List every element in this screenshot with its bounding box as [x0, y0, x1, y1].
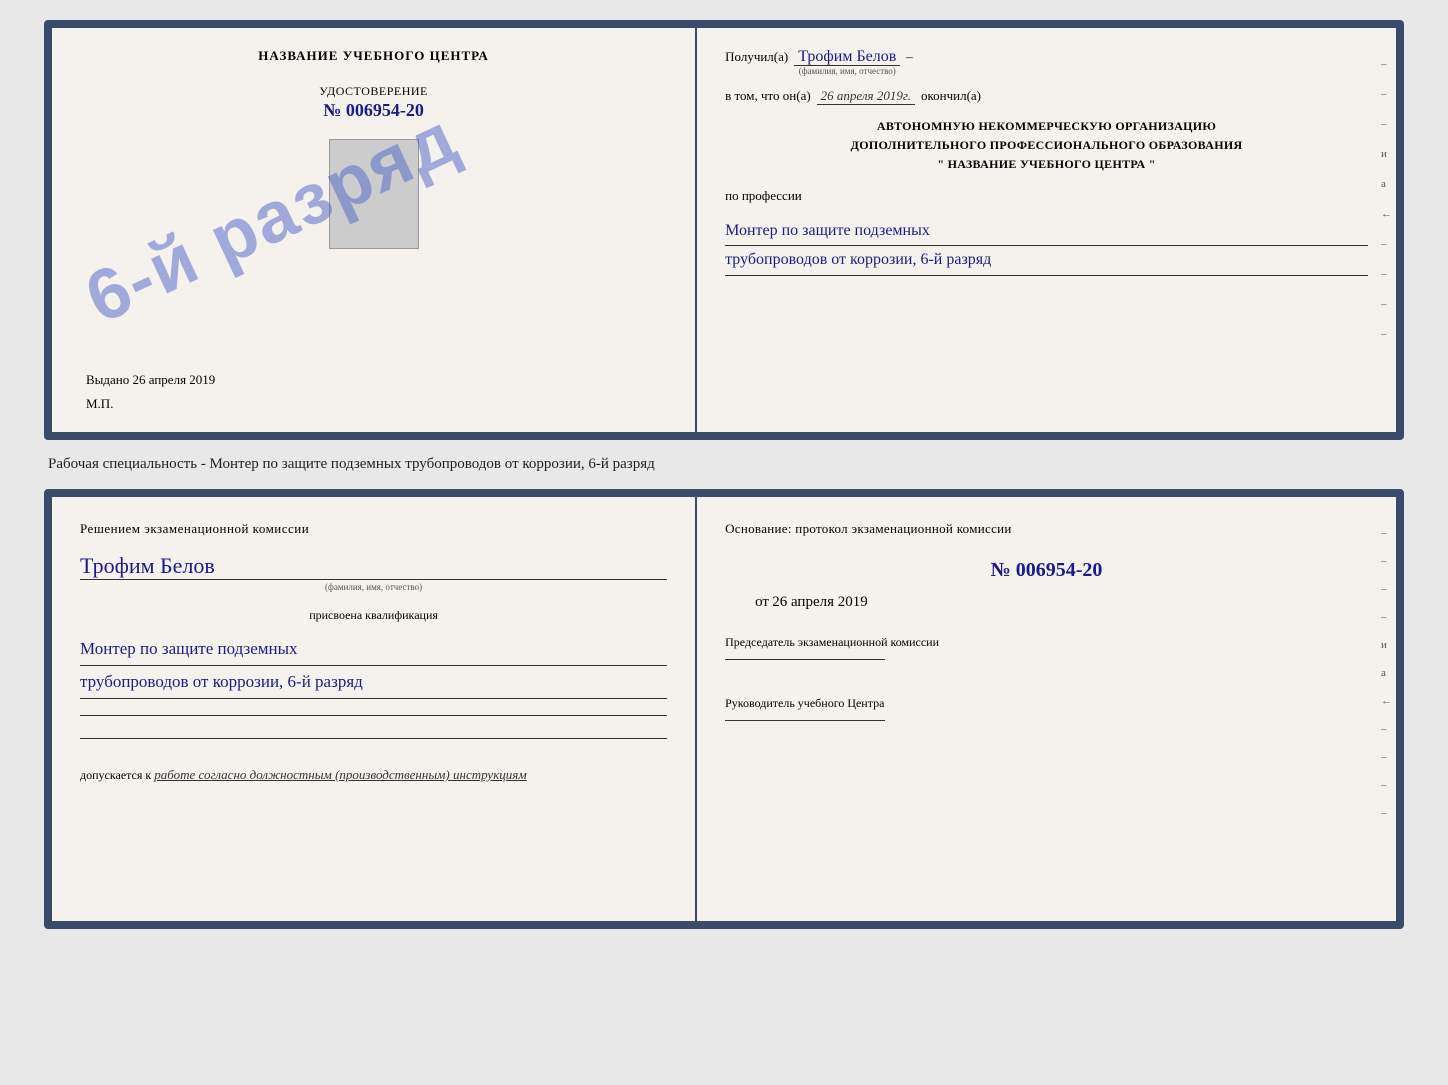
diploma-right-panel: Получил(а) Трофим Белов (фамилия, имя, о…	[697, 28, 1396, 432]
certificate-bottom: Решением экзаменационной комиссии Трофим…	[44, 489, 1404, 929]
photo-placeholder	[329, 139, 419, 249]
cert-left-panel: Решением экзаменационной комиссии Трофим…	[52, 497, 697, 921]
mp-line: М.П.	[76, 396, 671, 412]
cert-number: № 006954-20	[991, 559, 1103, 581]
cert-name-sublabel: (фамилия, имя, отчество)	[80, 579, 667, 592]
cert-profession-block: Монтер по защите подземных трубопроводов…	[80, 633, 667, 700]
finished-label: окончил(а)	[921, 88, 981, 104]
diploma-school-name: НАЗВАНИЕ УЧЕБНОГО ЦЕНТРА	[258, 48, 489, 64]
director-block: Руководитель учебного Центра	[725, 694, 1368, 729]
cert-underline1	[80, 715, 667, 716]
cert-name-block: Трофим Белов (фамилия, имя, отчество)	[80, 549, 667, 592]
received-line: Получил(а) Трофим Белов (фамилия, имя, о…	[725, 48, 1368, 76]
cert-decision-title: Решением экзаменационной комиссии	[80, 519, 667, 539]
received-label: Получил(а)	[725, 49, 788, 65]
diploma-top: НАЗВАНИЕ УЧЕБНОГО ЦЕНТРА УДОСТОВЕРЕНИЕ №…	[44, 20, 1404, 440]
cert-date: 26 апреля 2019	[772, 594, 868, 610]
udostoverenie-label: УДОСТОВЕРЕНИЕ	[319, 84, 428, 98]
cert-number-block: № 006954-20	[725, 559, 1368, 582]
diploma-number: № 006954-20	[323, 100, 424, 120]
cert-right-side-marks: – – – – и а ← – – – –	[1381, 527, 1392, 819]
chairman-title: Председатель экзаменационной комиссии	[725, 633, 1368, 651]
cert-right-panel: Основание: протокол экзаменационной коми…	[697, 497, 1396, 921]
basis-label: Основание: протокол экзаменационной коми…	[725, 519, 1368, 539]
completion-date: 26 апреля 2019г.	[817, 88, 915, 105]
admission-prefix: допускается к	[80, 768, 151, 782]
cert-qualification-label: присвоена квалификация	[80, 608, 667, 623]
recipient-name-block: Трофим Белов (фамилия, имя, отчество)	[794, 48, 900, 76]
organization-block: АВТОНОМНУЮ НЕКОММЕРЧЕСКУЮ ОРГАНИЗАЦИЮ ДО…	[725, 117, 1368, 175]
cert-underline2	[80, 738, 667, 739]
date-line: в том, что он(а) 26 апреля 2019г. окончи…	[725, 88, 1368, 105]
chairman-block: Председатель экзаменационной комиссии	[725, 633, 1368, 668]
director-sig-line	[725, 720, 885, 721]
chairman-sig-line	[725, 659, 885, 660]
in-that-label: в том, что он(а)	[725, 88, 811, 104]
right-side-marks: – – – и а ← – – – –	[1381, 58, 1392, 340]
cert-date-block: от 26 апреля 2019	[755, 594, 1368, 611]
profession-label: по профессии	[725, 187, 1368, 205]
org-line1: АВТОНОМНУЮ НЕКОММЕРЧЕСКУЮ ОРГАНИЗАЦИЮ	[725, 117, 1368, 136]
org-line2: ДОПОЛНИТЕЛЬНОГО ПРОФЕССИОНАЛЬНОГО ОБРАЗО…	[725, 136, 1368, 155]
issued-date-line: Выдано 26 апреля 2019	[76, 372, 671, 388]
name-sublabel: (фамилия, имя, отчество)	[794, 66, 900, 76]
director-title: Руководитель учебного Центра	[725, 694, 1368, 712]
cert-recipient-name: Трофим Белов	[80, 553, 667, 579]
profession-line1: Монтер по защите подземных	[725, 217, 1368, 247]
org-line3: " НАЗВАНИЕ УЧЕБНОГО ЦЕНТРА "	[725, 155, 1368, 174]
cert-admission-block: допускается к работе согласно должностны…	[80, 767, 667, 783]
subtitle-text: Рабочая специальность - Монтер по защите…	[44, 456, 1404, 473]
admission-text: работе согласно должностным (производств…	[154, 767, 526, 782]
cert-profession-line1: Монтер по защите подземных	[80, 633, 667, 666]
profession-text: Монтер по защите подземных трубопроводов…	[725, 217, 1368, 277]
recipient-name: Трофим Белов	[794, 48, 900, 66]
profession-line2: трубопроводов от коррозии, 6-й разряд	[725, 246, 1368, 276]
diploma-number-badge: УДОСТОВЕРЕНИЕ № 006954-20	[319, 82, 428, 121]
cert-profession-line2: трубопроводов от коррозии, 6-й разряд	[80, 666, 667, 699]
diploma-left-panel: НАЗВАНИЕ УЧЕБНОГО ЦЕНТРА УДОСТОВЕРЕНИЕ №…	[52, 28, 697, 432]
